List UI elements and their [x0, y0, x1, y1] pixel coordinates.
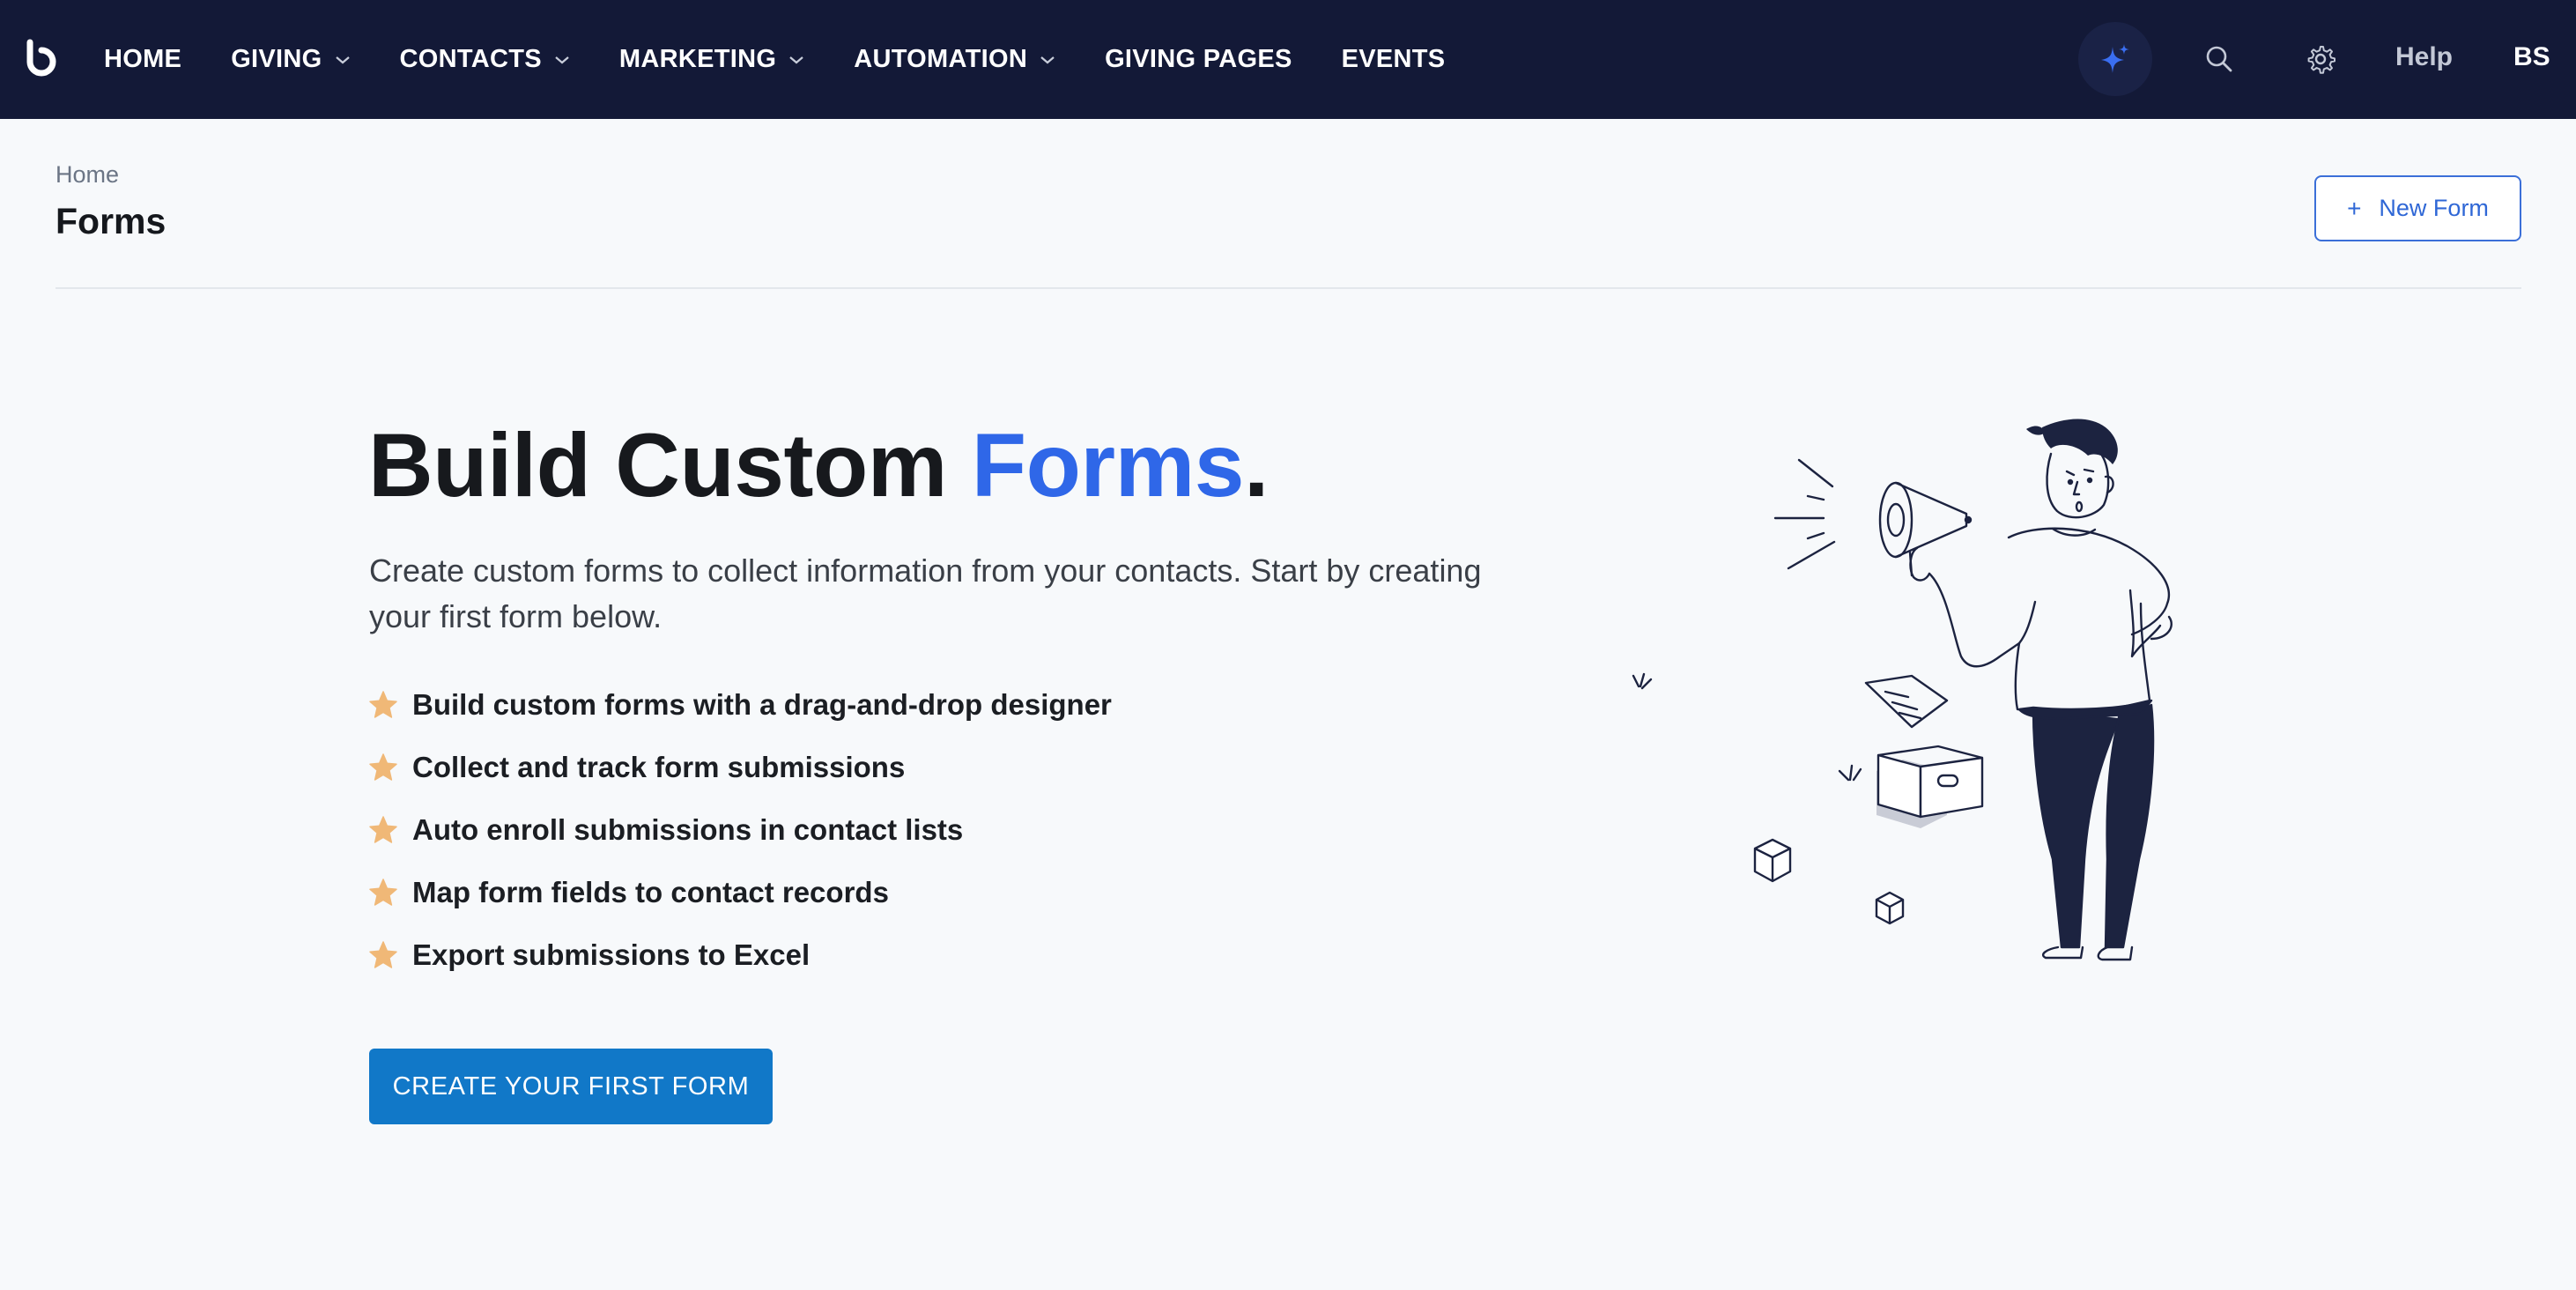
nav-item-label: MARKETING — [618, 45, 777, 73]
nav-item-label: HOME — [104, 45, 182, 73]
feature-item: Collect and track form submissions — [368, 736, 1112, 798]
star-icon — [369, 690, 397, 718]
megaphone-person-illustration — [1632, 419, 2173, 961]
search-button[interactable] — [2201, 41, 2238, 78]
chevron-down-icon — [789, 56, 803, 63]
search-icon — [2206, 46, 2232, 72]
plus-icon: + — [2347, 194, 2362, 222]
feature-text: Auto enroll submissions in contact lists — [412, 812, 964, 846]
help-link[interactable]: Help — [2395, 42, 2453, 72]
nav-item-label: GIVING — [231, 45, 322, 73]
hero-title-prefix: Build Custom — [368, 415, 972, 515]
hero-title: Build Custom Forms. — [368, 414, 1269, 517]
nav-item-events[interactable]: EVENTS — [1342, 45, 1446, 74]
logo-icon[interactable] — [25, 39, 60, 79]
top-nav: HOME GIVING CONTACTS MARKETING AUTOMATIO… — [0, 0, 2576, 119]
gear-icon — [2307, 46, 2335, 74]
nav-item-giving[interactable]: GIVING — [231, 45, 350, 74]
header-divider — [56, 287, 2521, 289]
nav-item-giving-pages[interactable]: GIVING PAGES — [1105, 45, 1292, 74]
new-form-label: New Form — [2379, 195, 2489, 221]
page-title: Forms — [56, 201, 167, 241]
create-first-form-button[interactable]: CREATE YOUR FIRST FORM — [369, 1049, 773, 1124]
feature-item: Export submissions to Excel — [368, 923, 1112, 986]
feature-text: Build custom forms with a drag-and-drop … — [412, 687, 1112, 721]
nav-menu: HOME GIVING CONTACTS MARKETING AUTOMATIO… — [104, 0, 1494, 119]
breadcrumb[interactable]: Home — [56, 161, 119, 189]
settings-button[interactable] — [2302, 41, 2339, 78]
chevron-down-icon — [335, 56, 350, 63]
user-avatar[interactable]: BS — [2513, 42, 2550, 72]
chevron-down-icon — [1040, 56, 1055, 63]
star-icon — [369, 815, 397, 843]
feature-list: Build custom forms with a drag-and-drop … — [368, 673, 1112, 986]
feature-item: Auto enroll submissions in contact lists — [368, 798, 1112, 861]
ai-assistant-button[interactable] — [2078, 22, 2152, 96]
star-icon — [369, 940, 397, 968]
new-form-button[interactable]: + New Form — [2314, 175, 2521, 241]
nav-item-contacts[interactable]: CONTACTS — [400, 45, 570, 74]
star-icon — [369, 752, 397, 781]
feature-text: Collect and track form submissions — [412, 750, 906, 783]
hero-title-accent: Forms — [971, 415, 1245, 515]
chevron-down-icon — [555, 56, 569, 63]
feature-text: Export submissions to Excel — [412, 938, 811, 971]
sparkle-icon — [2101, 44, 2129, 73]
nav-item-label: GIVING PAGES — [1105, 45, 1292, 73]
nav-item-label: CONTACTS — [399, 45, 542, 73]
nav-item-home[interactable]: HOME — [104, 45, 181, 74]
feature-item: Build custom forms with a drag-and-drop … — [368, 673, 1112, 736]
hero-title-suffix: . — [1244, 415, 1269, 515]
star-icon — [369, 878, 397, 906]
hero-description: Create custom forms to collect informati… — [369, 552, 1482, 634]
feature-item: Map form fields to contact records — [368, 861, 1112, 923]
nav-item-marketing[interactable]: MARKETING — [619, 45, 804, 74]
feature-text: Map form fields to contact records — [412, 875, 889, 908]
nav-item-label: EVENTS — [1341, 45, 1446, 73]
nav-item-label: AUTOMATION — [854, 45, 1028, 73]
nav-item-automation[interactable]: AUTOMATION — [854, 45, 1055, 74]
